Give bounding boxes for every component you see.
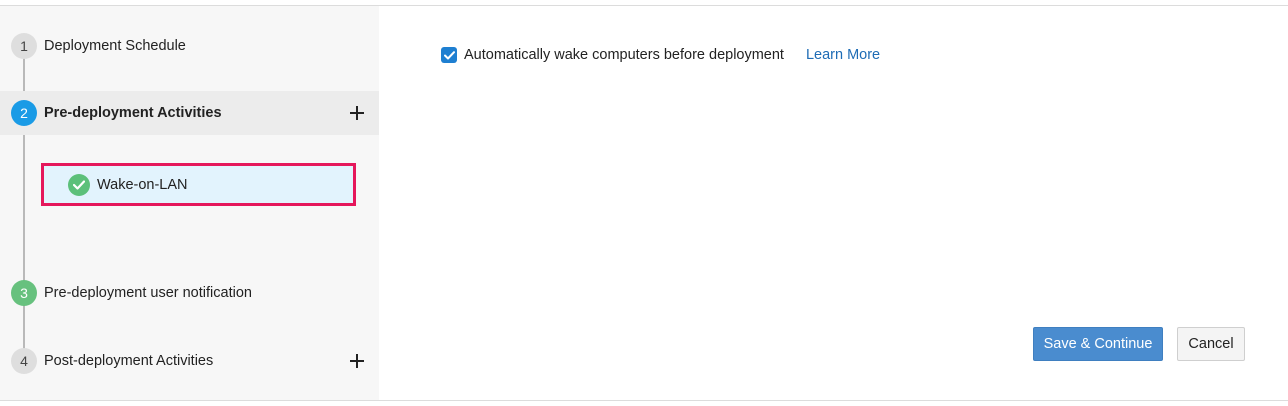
learn-more-link[interactable]: Learn More [806,47,880,63]
step-number: 2 [11,100,37,126]
step-label: Pre-deployment user notification [44,285,252,301]
step-number: 3 [11,280,37,306]
wake-option-label: Automatically wake computers before depl… [464,47,784,63]
step-number: 1 [11,33,37,59]
step-post-deployment-activities[interactable]: 4 Post-deployment Activities [0,339,379,383]
main-panel: Automatically wake computers before depl… [379,6,1288,400]
cancel-button[interactable]: Cancel [1177,327,1245,361]
plus-icon[interactable] [350,354,364,368]
step-number: 4 [11,348,37,374]
wake-checkbox[interactable] [441,47,457,63]
steps-sidebar: 1 Deployment Schedule 2 Pre-deployment A… [0,6,379,400]
step-label: Deployment Schedule [44,38,186,54]
step-label: Post-deployment Activities [44,353,214,369]
checkmark-icon [443,50,455,59]
step-label: Pre-deployment Activities [44,105,222,121]
deployment-wizard: 1 Deployment Schedule 2 Pre-deployment A… [0,5,1288,401]
wake-option-row: Automatically wake computers before depl… [441,47,880,63]
save-continue-button[interactable]: Save & Continue [1033,327,1163,361]
substep-wake-on-lan[interactable]: Wake-on-LAN [41,163,356,206]
check-circle-icon [68,173,90,196]
step-deployment-schedule[interactable]: 1 Deployment Schedule [0,24,379,68]
plus-icon[interactable] [350,106,364,120]
step-pre-deployment-user-notification[interactable]: 3 Pre-deployment user notification [0,271,379,315]
substep-label: Wake-on-LAN [97,176,188,193]
step-pre-deployment-activities[interactable]: 2 Pre-deployment Activities [0,91,379,135]
